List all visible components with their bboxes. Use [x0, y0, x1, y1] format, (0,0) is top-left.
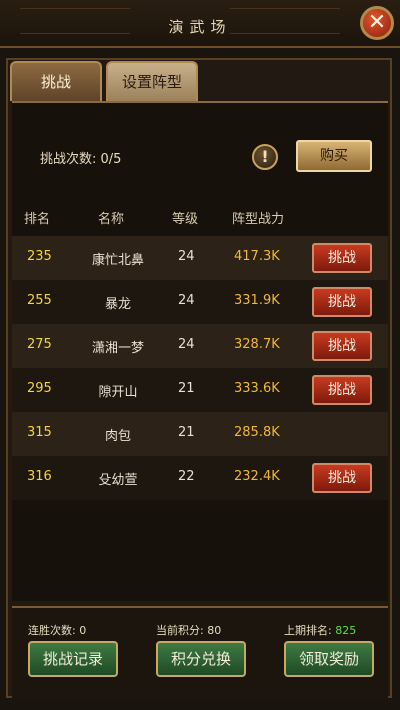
challenge-button[interactable]: 挑战: [312, 331, 372, 361]
challenge-count: 挑战次数: 0/5: [40, 148, 121, 167]
table-row: 315 肉包 21 285.8K: [12, 412, 388, 456]
claim-reward-button[interactable]: 领取奖励: [284, 641, 374, 677]
last-rank-value: 825: [335, 624, 357, 637]
row-level: 24: [178, 249, 195, 264]
row-rank: 315: [27, 425, 52, 440]
row-power: 417.3K: [234, 249, 280, 264]
row-name: 肉包: [104, 429, 131, 444]
row-level: 24: [178, 293, 195, 308]
challenge-record-button[interactable]: 挑战记录: [28, 641, 118, 677]
score-exchange-button[interactable]: 积分兑换: [156, 641, 246, 677]
close-button[interactable]: ✕: [360, 6, 394, 40]
table-row: 255 暴龙 24 331.9K 挑战: [12, 280, 388, 324]
table-row: 295 隙开山 21 333.6K 挑战: [12, 368, 388, 412]
row-name: 殳幼萱: [98, 473, 138, 488]
row-level: 22: [178, 469, 195, 484]
challenge-button[interactable]: 挑战: [312, 375, 372, 405]
row-name: 潇湘一梦: [91, 341, 144, 356]
last-rank: 上期排名: 825: [284, 622, 356, 638]
challenge-button[interactable]: 挑战: [312, 243, 372, 273]
header-name: 名称: [98, 212, 125, 227]
win-streak-label: 连胜次数:: [28, 624, 80, 637]
win-streak-value: 0: [79, 624, 87, 637]
row-rank: 295: [27, 381, 52, 396]
challenge-button[interactable]: 挑战: [312, 287, 372, 317]
table-header: 排名 名称 等级 阵型战力: [12, 208, 388, 230]
row-power: 333.6K: [234, 381, 280, 396]
row-power: 285.8K: [234, 425, 280, 440]
table-row: 275 潇湘一梦 24 328.7K 挑战: [12, 324, 388, 368]
row-power: 331.9K: [234, 293, 280, 308]
row-name: 暴龙: [104, 297, 131, 312]
header-level: 等级: [172, 212, 199, 227]
row-rank: 235: [27, 249, 52, 264]
current-score-label: 当前积分:: [156, 624, 208, 637]
exclamation-icon[interactable]: !: [252, 144, 278, 170]
challenge-count-value: 0/5: [100, 152, 122, 167]
close-icon: ✕: [367, 10, 387, 35]
tab-challenge[interactable]: 挑战: [10, 61, 102, 101]
row-power: 232.4K: [234, 469, 280, 484]
buy-button[interactable]: 购买: [296, 140, 372, 172]
current-score-value: 80: [207, 624, 222, 637]
row-level: 24: [178, 337, 195, 352]
header-power: 阵型战力: [232, 212, 285, 227]
last-rank-label: 上期排名:: [284, 624, 336, 637]
row-power: 328.7K: [234, 337, 280, 352]
row-rank: 275: [27, 337, 52, 352]
page-title: 演武场: [168, 18, 232, 36]
tab-set-formation[interactable]: 设置阵型: [106, 61, 198, 101]
row-level: 21: [178, 381, 195, 396]
table-row: 316 殳幼萱 22 232.4K 挑战: [12, 456, 388, 500]
win-streak: 连胜次数: 0: [28, 622, 86, 638]
row-rank: 255: [27, 293, 52, 308]
table-row: 235 康忙北鼻 24 417.3K 挑战: [12, 236, 388, 280]
challenge-count-label: 挑战次数:: [40, 152, 101, 167]
challenge-button[interactable]: 挑战: [312, 463, 372, 493]
row-name: 隙开山: [98, 385, 138, 400]
row-rank: 316: [27, 469, 52, 484]
row-name: 康忙北鼻: [91, 253, 144, 268]
title-bar: 演武场: [0, 0, 400, 48]
row-level: 21: [178, 425, 195, 440]
current-score: 当前积分: 80: [156, 622, 221, 638]
header-rank: 排名: [24, 212, 51, 227]
